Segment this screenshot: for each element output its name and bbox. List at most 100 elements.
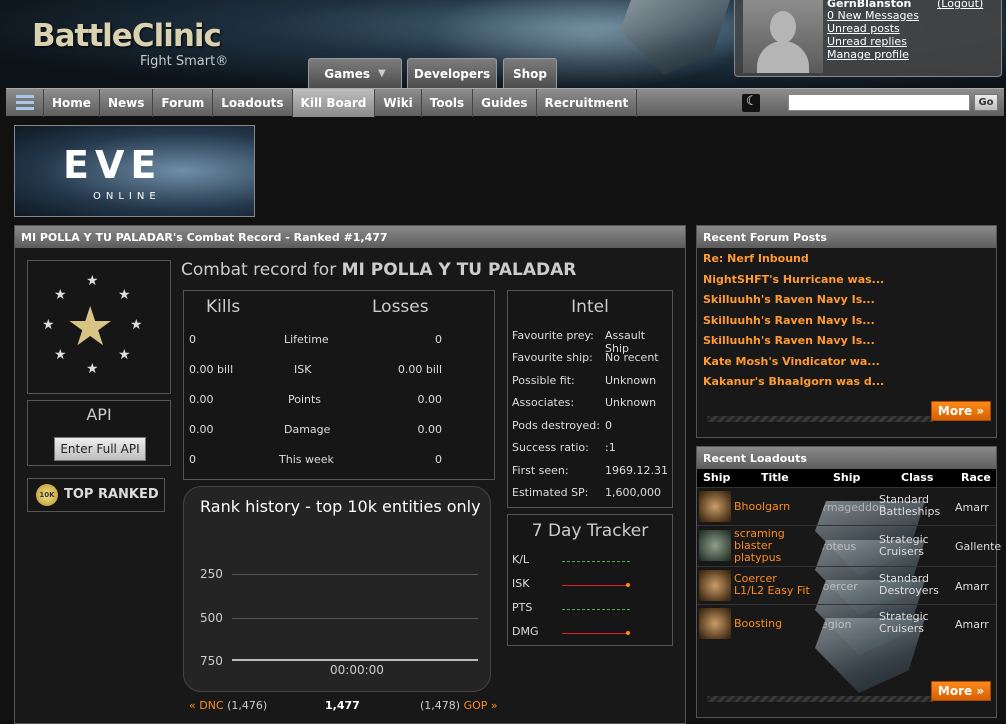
ship-race: Amarr: [955, 580, 989, 593]
nav-news[interactable]: News: [100, 88, 154, 117]
svg-text:★: ★: [42, 317, 55, 333]
nav-guides[interactable]: Guides: [473, 88, 537, 117]
column-header: Title: [761, 471, 789, 484]
intel-label: Associates:: [512, 396, 575, 409]
losses-value: 0.00 bill: [397, 363, 442, 376]
forum-post-link[interactable]: Skilluuhh's Raven Navy Is...: [703, 331, 990, 352]
forum-more-button[interactable]: More »: [931, 401, 991, 421]
losses-value: 0.00: [417, 423, 443, 436]
top-10k-coin-icon: 10K: [36, 484, 58, 506]
heading-entity-name: MI POLLA Y TU PALADAR: [341, 260, 577, 280]
unread-posts-link[interactable]: Unread posts: [827, 22, 919, 35]
eve-online-banner[interactable]: EVE ONLINE: [14, 125, 255, 217]
nav-loadouts[interactable]: Loadouts: [213, 88, 293, 117]
rank-insignia: ★ ★ ★ ★ ★ ★ ★ ★ ★: [27, 260, 171, 394]
site-logo[interactable]: BattleClinic: [32, 18, 222, 54]
list-item: Associates: Unknown: [512, 396, 668, 412]
y-tick-label: 500: [200, 611, 223, 625]
svg-text:★: ★: [54, 347, 67, 363]
forum-post-link[interactable]: Skilluuhh's Raven Navy Is...: [703, 290, 990, 311]
row-label: Damage: [284, 423, 331, 436]
tracker-title: 7 Day Tracker: [531, 521, 649, 541]
top-ranked-label: TOP RANKED: [64, 487, 159, 502]
page-title: Combat record for MI POLLA Y TU PALADAR: [181, 260, 576, 280]
list-item: First seen: 1969.12.31: [512, 464, 668, 480]
messages-link[interactable]: 0 New Messages: [827, 9, 919, 22]
forum-post-link[interactable]: Skilluuhh's Raven Navy Is...: [703, 311, 990, 332]
recent-loadouts-panel: Recent Loadouts Ship Title Ship Class Ra…: [696, 446, 1001, 718]
next-rank-number: (1,478): [420, 699, 461, 712]
svg-text:★: ★: [118, 347, 131, 363]
kills-losses-box: Kills Losses 0 Lifetime 0 0.00 bill ISK 0.00…: [183, 290, 495, 480]
tracker-point: [626, 631, 630, 635]
kills-value: 0.00 bill: [189, 363, 234, 376]
table-row: 0.00 bill ISK 0.00 bill: [184, 363, 494, 379]
column-header: Ship: [833, 471, 861, 484]
enter-full-api-button[interactable]: Enter Full API: [54, 437, 146, 461]
prev-rank-number: (1,476): [227, 699, 268, 712]
kills-value: 0: [189, 453, 196, 466]
table-row: 0 This week 0: [184, 453, 494, 469]
table-row: 0.00 Points 0.00: [184, 393, 494, 409]
nav-kill-board[interactable]: Kill Board: [292, 88, 376, 117]
intel-value: Unknown: [605, 374, 657, 387]
search-input[interactable]: [788, 94, 970, 111]
loadout-title-link[interactable]: Boosting: [734, 618, 782, 630]
intel-label: Estimated SP:: [512, 486, 589, 499]
nav-wiki[interactable]: Wiki: [375, 88, 422, 117]
manage-profile-link[interactable]: Manage profile: [827, 48, 919, 61]
heading-prefix: Combat record for: [181, 260, 337, 280]
tab-games[interactable]: Games ▼: [308, 58, 402, 88]
nav-forum[interactable]: Forum: [153, 88, 214, 117]
tab-games-label: Games: [324, 66, 371, 81]
kills-value: 0: [189, 333, 196, 346]
loadouts-more-button[interactable]: More »: [931, 681, 991, 701]
column-header: Race: [961, 471, 991, 484]
next-rank-link[interactable]: GOP »: [464, 699, 498, 712]
eve-logo-subtext: ONLINE: [93, 191, 161, 202]
nav-tools[interactable]: Tools: [422, 88, 474, 117]
avatar[interactable]: [743, 0, 823, 73]
ship-thumbnail[interactable]: [699, 530, 731, 561]
loadout-title-link[interactable]: Bhoolgarn: [734, 501, 790, 513]
forum-post-link[interactable]: NightSHFT's Hurricane was...: [703, 270, 990, 291]
unread-replies-link[interactable]: Unread replies: [827, 35, 919, 48]
ship-thumbnail[interactable]: [699, 608, 731, 639]
logout-link[interactable]: (Logout): [937, 0, 983, 10]
forum-post-link[interactable]: Kate Mosh's Vindicator wa...: [703, 352, 990, 373]
kills-value: 0.00: [189, 423, 214, 436]
ship-class: Strategic Cruisers: [879, 610, 929, 635]
svg-text:★: ★: [66, 295, 114, 358]
nav-home[interactable]: Home: [44, 88, 100, 117]
tracker-line-pts: [562, 609, 630, 610]
prev-rank-link[interactable]: « DNC: [189, 699, 224, 712]
divider: [707, 696, 933, 702]
tracker-label: ISK: [512, 577, 530, 590]
forum-post-link[interactable]: Kakanur's Bhaalgorn was d...: [703, 372, 990, 393]
intel-value: 0: [605, 419, 612, 432]
graph-title: Rank history - top 10k entities only: [200, 497, 481, 516]
search-go-button[interactable]: Go: [974, 94, 998, 111]
rank-history-graph: Rank history - top 10k entities only 250…: [183, 486, 491, 692]
nav-recruitment[interactable]: Recruitment: [537, 88, 638, 117]
tab-shop[interactable]: Shop: [503, 58, 557, 88]
ship-class: Strategic Cruisers: [879, 533, 929, 558]
forum-post-link[interactable]: Re: Nerf Inbound: [703, 249, 990, 270]
column-header: Ship: [703, 471, 731, 484]
losses-value: 0: [435, 333, 442, 346]
menu-icon[interactable]: [6, 88, 44, 117]
ship-thumbnail[interactable]: [699, 570, 731, 601]
night-mode-icon[interactable]: [742, 94, 760, 112]
svg-text:★: ★: [86, 273, 99, 289]
intel-value: :1: [605, 441, 616, 454]
chevron-down-icon: ▼: [378, 68, 386, 79]
prev-rank-nav: « DNC (1,476): [189, 699, 267, 712]
loadout-title-link[interactable]: Coercer L1/L2 Easy Fit: [734, 573, 810, 597]
tab-developers[interactable]: Developers: [407, 58, 497, 88]
ship-thumbnail[interactable]: [699, 491, 731, 522]
forum-panel-title: Recent Forum Posts: [697, 226, 996, 248]
losses-value: 0.00: [417, 393, 443, 406]
loadout-title-link[interactable]: scraming blaster platypus: [734, 528, 810, 564]
ship-race: Amarr: [955, 618, 989, 631]
losses-value: 0: [435, 453, 442, 466]
